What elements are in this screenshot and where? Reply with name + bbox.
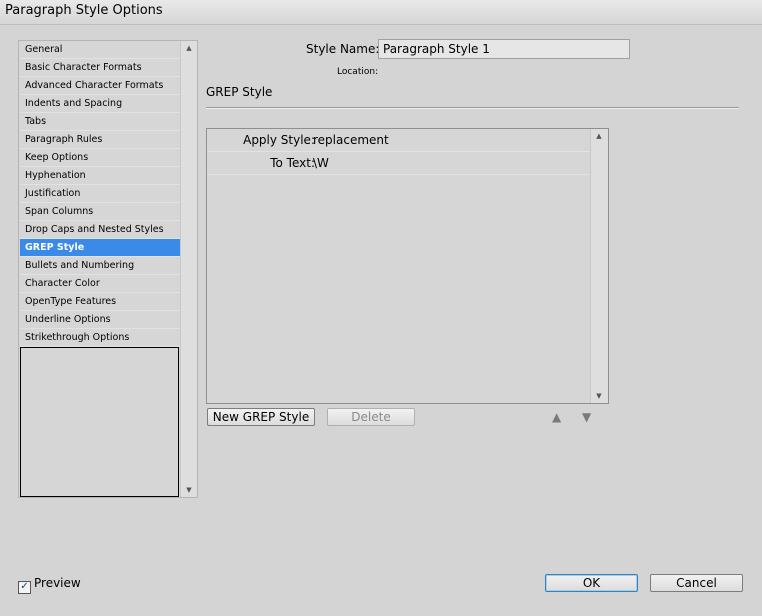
category-item[interactable]: Bullets and Numbering — [20, 257, 180, 275]
ok-button[interactable]: OK — [545, 574, 638, 592]
scroll-up-icon[interactable]: ▲ — [181, 44, 197, 52]
preview-checkbox-row[interactable]: ✓ Preview — [18, 576, 81, 594]
category-item[interactable]: Indents and Spacing — [20, 95, 180, 113]
category-list[interactable]: General Basic Character Formats Advanced C… — [18, 40, 198, 498]
new-grep-style-button[interactable]: New GREP Style — [207, 408, 315, 426]
category-item[interactable]: Justification — [20, 185, 180, 203]
category-item[interactable]: Character Color — [20, 275, 180, 293]
title-bar: Paragraph Style Options — [0, 0, 762, 25]
category-item[interactable]: Paragraph Rules — [20, 131, 180, 149]
section-title: GREP Style — [206, 85, 273, 99]
category-item[interactable]: Drop Caps and Nested Styles — [20, 221, 180, 239]
window-title: Paragraph Style Options — [5, 3, 163, 18]
grep-scrollbar[interactable]: ▲ ▼ — [590, 129, 608, 403]
to-text-label: To Text: — [270, 156, 315, 170]
to-text-value[interactable]: \W — [313, 152, 329, 174]
category-items: General Basic Character Formats Advanced C… — [20, 41, 180, 365]
grep-row[interactable]: Apply Style: replacement — [207, 129, 591, 152]
location-label: Location: — [337, 67, 379, 77]
scroll-up-icon[interactable]: ▲ — [591, 132, 607, 140]
preview-label: Preview — [34, 576, 81, 590]
category-item[interactable]: Underline Options — [20, 311, 180, 329]
category-item[interactable]: General — [20, 41, 180, 59]
grep-row[interactable]: To Text: \W — [207, 152, 591, 175]
category-item[interactable]: Hyphenation — [20, 167, 180, 185]
category-item[interactable]: GREP Style — [20, 239, 180, 257]
preview-checkbox[interactable]: ✓ — [18, 581, 31, 594]
category-scrollbar[interactable]: ▲ ▼ — [180, 41, 197, 497]
category-item[interactable]: Advanced Character Formats — [20, 77, 180, 95]
category-item[interactable]: Span Columns — [20, 203, 180, 221]
apply-style-value[interactable]: replacement — [313, 129, 389, 151]
category-item[interactable]: Tabs — [20, 113, 180, 131]
section-divider — [206, 107, 739, 109]
category-item[interactable]: Basic Character Formats — [20, 59, 180, 77]
scroll-down-icon[interactable]: ▼ — [591, 392, 607, 400]
category-item[interactable]: Keep Options — [20, 149, 180, 167]
style-name-label: Style Name: — [306, 42, 380, 56]
cancel-button[interactable]: Cancel — [650, 574, 743, 592]
category-item[interactable]: OpenType Features — [20, 293, 180, 311]
style-name-input[interactable] — [378, 39, 630, 59]
apply-style-label: Apply Style: — [243, 133, 315, 147]
grep-style-list[interactable]: Apply Style: replacement To Text: \W ▲ ▼ — [206, 128, 609, 404]
delete-button[interactable]: Delete — [327, 408, 415, 426]
grep-rows: Apply Style: replacement To Text: \W — [207, 129, 591, 175]
move-down-icon[interactable]: ▼ — [582, 410, 591, 424]
category-blank-area — [20, 347, 179, 497]
scroll-down-icon[interactable]: ▼ — [181, 486, 197, 494]
move-up-icon[interactable]: ▲ — [552, 410, 561, 424]
category-item[interactable]: Strikethrough Options — [20, 329, 180, 347]
